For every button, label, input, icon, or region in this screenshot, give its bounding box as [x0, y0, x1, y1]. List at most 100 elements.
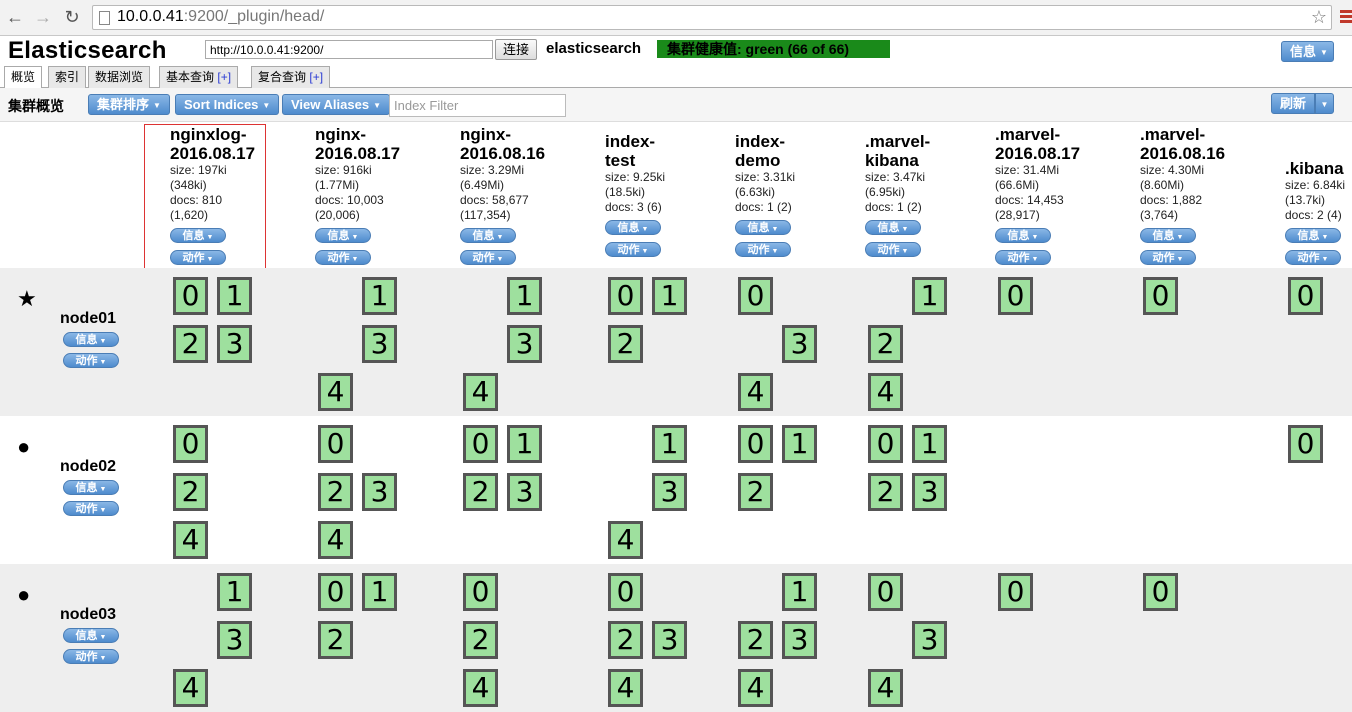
- shard-box[interactable]: 4: [868, 669, 903, 707]
- shard-box[interactable]: 0: [318, 425, 353, 463]
- shard-box[interactable]: 3: [912, 473, 947, 511]
- shard-box[interactable]: 3: [652, 473, 687, 511]
- shard-box[interactable]: 1: [362, 573, 397, 611]
- shard-box[interactable]: 4: [173, 521, 208, 559]
- shard-box[interactable]: 1: [782, 573, 817, 611]
- reload-icon[interactable]: ↻: [61, 6, 83, 28]
- connect-button[interactable]: 连接: [495, 39, 537, 60]
- shard-box[interactable]: 0: [463, 425, 498, 463]
- shard-box[interactable]: 4: [608, 669, 643, 707]
- view-aliases-button[interactable]: View Aliases ▼: [282, 94, 390, 115]
- shard-box[interactable]: 2: [608, 325, 643, 363]
- index-info-button[interactable]: 信息 ▼: [1140, 228, 1196, 243]
- shard-box[interactable]: 3: [217, 621, 252, 659]
- shard-box[interactable]: 2: [868, 473, 903, 511]
- index-info-button[interactable]: 信息 ▼: [605, 220, 661, 235]
- index-action-button[interactable]: 动作 ▼: [735, 242, 791, 257]
- shard-box[interactable]: 4: [608, 521, 643, 559]
- node-info-button[interactable]: 信息 ▼: [63, 332, 119, 347]
- shard-box[interactable]: 3: [782, 621, 817, 659]
- shard-box[interactable]: 4: [318, 373, 353, 411]
- shard-box[interactable]: 0: [738, 425, 773, 463]
- refresh-button[interactable]: 刷新: [1271, 93, 1315, 114]
- index-action-button[interactable]: 动作 ▼: [995, 250, 1051, 265]
- shard-box[interactable]: 4: [868, 373, 903, 411]
- node-info-button[interactable]: 信息 ▼: [63, 480, 119, 495]
- shard-box[interactable]: 0: [1143, 573, 1178, 611]
- index-action-button[interactable]: 动作 ▼: [1285, 250, 1341, 265]
- refresh-options-button[interactable]: ▼: [1315, 93, 1334, 114]
- sort-cluster-button[interactable]: 集群排序 ▼: [88, 94, 170, 115]
- shard-box[interactable]: 1: [507, 277, 542, 315]
- shard-box[interactable]: 0: [998, 277, 1033, 315]
- node-action-button[interactable]: 动作 ▼: [63, 649, 119, 664]
- tab-basic-query[interactable]: 基本查询 [+]: [159, 66, 239, 88]
- shard-box[interactable]: 1: [912, 277, 947, 315]
- address-bar[interactable]: 10.0.0.41:9200/_plugin/head/ ☆: [92, 5, 1332, 30]
- index-action-button[interactable]: 动作 ▼: [1140, 250, 1196, 265]
- cluster-info-button[interactable]: 信息 ▼: [1281, 41, 1334, 62]
- shard-box[interactable]: 1: [362, 277, 397, 315]
- shard-box[interactable]: 2: [463, 621, 498, 659]
- shard-box[interactable]: 3: [362, 473, 397, 511]
- tab-browser[interactable]: 数据浏览: [88, 66, 151, 88]
- index-info-button[interactable]: 信息 ▼: [315, 228, 371, 243]
- shard-box[interactable]: 0: [1288, 425, 1323, 463]
- shard-box[interactable]: 0: [1143, 277, 1178, 315]
- shard-box[interactable]: 2: [738, 621, 773, 659]
- browser-menu-icon[interactable]: [1340, 10, 1352, 24]
- index-info-button[interactable]: 信息 ▼: [735, 220, 791, 235]
- shard-box[interactable]: 0: [173, 425, 208, 463]
- shard-box[interactable]: 3: [912, 621, 947, 659]
- index-info-button[interactable]: 信息 ▼: [1285, 228, 1341, 243]
- shard-box[interactable]: 1: [652, 425, 687, 463]
- index-filter-input[interactable]: [389, 94, 566, 117]
- shard-box[interactable]: 4: [738, 669, 773, 707]
- shard-box[interactable]: 3: [507, 473, 542, 511]
- shard-box[interactable]: 4: [463, 669, 498, 707]
- node-info-button[interactable]: 信息 ▼: [63, 628, 119, 643]
- shard-box[interactable]: 3: [362, 325, 397, 363]
- shard-box[interactable]: 0: [608, 277, 643, 315]
- tab-compound-query[interactable]: 复合查询 [+]: [251, 66, 331, 88]
- bookmark-star-icon[interactable]: ☆: [1311, 7, 1327, 28]
- shard-box[interactable]: 0: [738, 277, 773, 315]
- tab-indices[interactable]: 索引: [48, 66, 87, 88]
- shard-box[interactable]: 0: [868, 573, 903, 611]
- shard-box[interactable]: 2: [868, 325, 903, 363]
- shard-box[interactable]: 4: [738, 373, 773, 411]
- node-action-button[interactable]: 动作 ▼: [63, 501, 119, 516]
- shard-box[interactable]: 4: [463, 373, 498, 411]
- forward-icon[interactable]: →: [32, 6, 54, 28]
- back-icon[interactable]: ←: [4, 6, 26, 28]
- shard-box[interactable]: 3: [217, 325, 252, 363]
- shard-box[interactable]: 1: [217, 277, 252, 315]
- index-action-button[interactable]: 动作 ▼: [460, 250, 516, 265]
- shard-box[interactable]: 2: [173, 325, 208, 363]
- shard-box[interactable]: 2: [738, 473, 773, 511]
- shard-box[interactable]: 0: [868, 425, 903, 463]
- index-action-button[interactable]: 动作 ▼: [315, 250, 371, 265]
- shard-box[interactable]: 0: [998, 573, 1033, 611]
- shard-box[interactable]: 0: [463, 573, 498, 611]
- shard-box[interactable]: 0: [608, 573, 643, 611]
- index-action-button[interactable]: 动作 ▼: [605, 242, 661, 257]
- shard-box[interactable]: 0: [1288, 277, 1323, 315]
- shard-box[interactable]: 0: [318, 573, 353, 611]
- connection-url-input[interactable]: [205, 40, 493, 59]
- shard-box[interactable]: 2: [173, 473, 208, 511]
- index-info-button[interactable]: 信息 ▼: [995, 228, 1051, 243]
- shard-box[interactable]: 2: [608, 621, 643, 659]
- index-action-button[interactable]: 动作 ▼: [865, 242, 921, 257]
- index-info-button[interactable]: 信息 ▼: [460, 228, 516, 243]
- shard-box[interactable]: 3: [782, 325, 817, 363]
- shard-box[interactable]: 1: [217, 573, 252, 611]
- shard-box[interactable]: 3: [507, 325, 542, 363]
- shard-box[interactable]: 1: [782, 425, 817, 463]
- node-action-button[interactable]: 动作 ▼: [63, 353, 119, 368]
- shard-box[interactable]: 1: [652, 277, 687, 315]
- tab-overview[interactable]: 概览: [4, 66, 43, 89]
- shard-box[interactable]: 3: [652, 621, 687, 659]
- shard-box[interactable]: 2: [318, 621, 353, 659]
- shard-box[interactable]: 4: [173, 669, 208, 707]
